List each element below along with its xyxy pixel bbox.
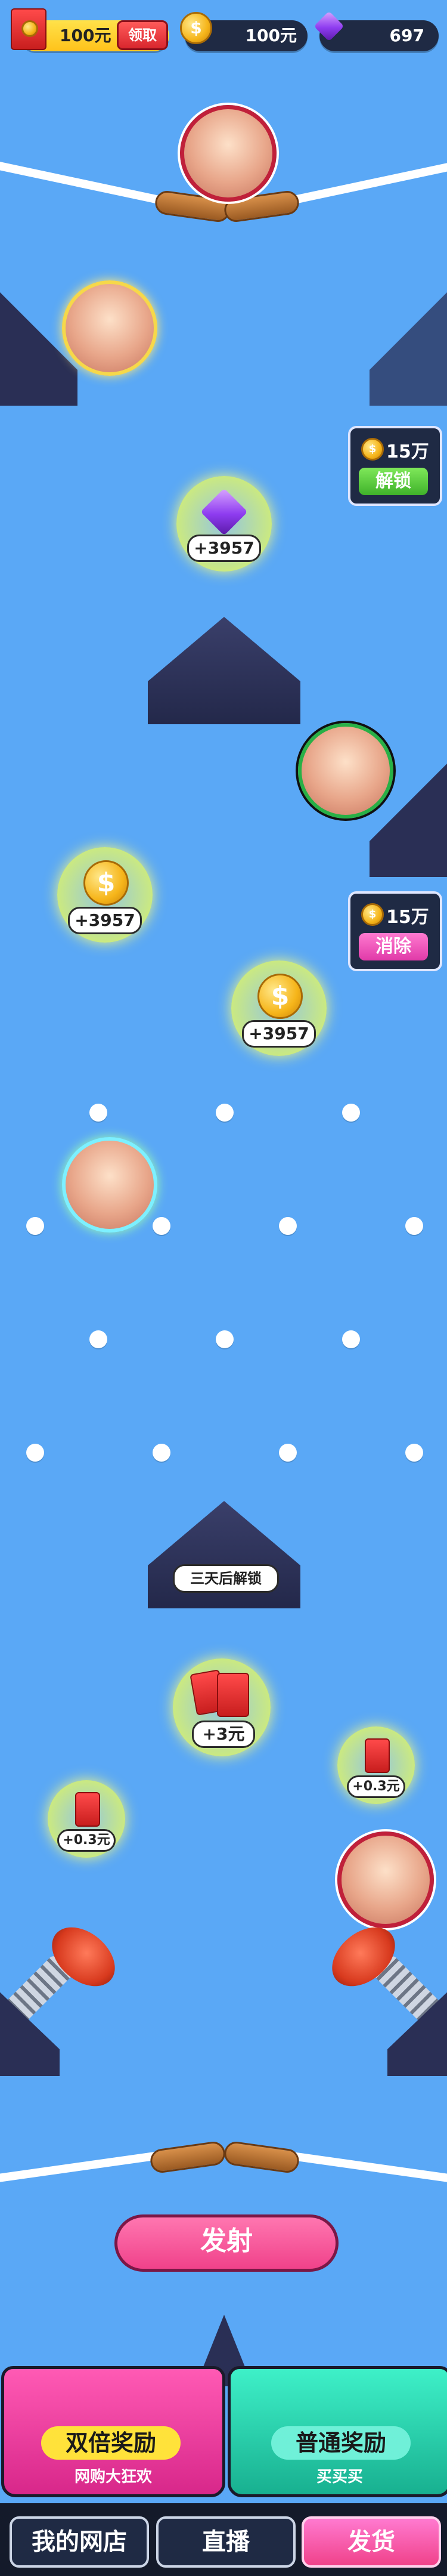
normal-reward-chest[interactable]: 普通奖励 买买买 [228,2366,447,2497]
lock-label: 三天后解锁 [173,1564,279,1593]
top-left-rail [0,159,172,207]
unlock-cost: 15万 [386,441,429,462]
peg [153,1217,170,1235]
unlock-panel: $ 15万 解锁 [348,426,442,506]
top-right-rail [281,159,447,207]
double-reward-subtitle: 网购大狂欢 [74,2468,152,2486]
clear-cost: 15万 [386,907,429,928]
envelope-reward-bubble: +3元 [173,1658,271,1756]
peg [405,1444,423,1462]
normal-reward-subtitle: 买买买 [316,2468,363,2486]
gem-icon [200,488,248,536]
peg [342,1330,360,1348]
nav-live[interactable]: 直播 [156,2516,296,2568]
envelope-reward-bubble-small-right: +0.3元 [337,1726,415,1804]
clear-panel: $ 15万 消除 [348,891,442,971]
bottom-right-rail [286,2151,447,2184]
bottom-left-flipper[interactable] [148,2140,227,2175]
coin-reward-bubble-2: $ +3957 [231,960,327,1056]
envelope-reward-value: +3元 [192,1721,255,1748]
claim-button[interactable]: 领取 [117,20,168,50]
peg [279,1217,297,1235]
bottom-right-flipper[interactable] [222,2140,301,2175]
cash-amount: 100元 [60,26,111,45]
unlock-button[interactable]: 解锁 [359,468,428,495]
nav-ship[interactable]: 发货 [302,2516,441,2568]
red-envelope-icon [217,1673,249,1717]
bottom-left-rail [0,2151,161,2184]
coin-icon: $ [361,438,384,461]
red-envelope-icon [11,8,46,50]
peg [89,1330,107,1348]
peg [216,1330,234,1348]
peg [405,1217,423,1235]
clear-button[interactable]: 消除 [359,933,428,960]
fire-button[interactable]: 发射 [114,2214,339,2272]
nav-my-shop[interactable]: 我的网店 [10,2516,149,2568]
double-reward-title: 双倍奖励 [41,2426,181,2460]
character-target-mid [62,1137,157,1233]
character-target-bottom [337,1831,434,1928]
peg [342,1104,360,1122]
envelope-reward-value-small-left: +0.3元 [57,1829,116,1852]
center-bumper-1 [148,617,300,724]
peg [216,1104,234,1122]
character-target-left [62,280,157,376]
coin-reward-value-1: +3957 [68,907,142,934]
dollar-coin-icon: $ [83,860,129,906]
coin-reward-bubble-1: $ +3957 [57,847,153,943]
top-bar: 100元 领取 100元 $ 697 [0,0,447,66]
red-envelope-icon [365,1738,390,1773]
coin-reward-value-2: +3957 [242,1020,316,1048]
peg [153,1444,170,1462]
envelope-reward-bubble-small-left: +0.3元 [48,1780,125,1858]
red-envelope-icon [75,1792,100,1827]
right-wedge-1 [370,286,447,406]
double-reward-chest[interactable]: 双倍奖励 网购大狂欢 [1,2366,225,2497]
peg [279,1444,297,1462]
gem-amount: 697 [389,26,424,45]
coin-icon: $ [180,12,212,44]
coin-icon: $ [361,903,384,926]
normal-reward-title: 普通奖励 [271,2426,411,2460]
character-target-right [298,723,393,818]
peg [89,1104,107,1122]
peg [26,1217,44,1235]
dollar-coin-icon: $ [257,974,303,1019]
envelope-reward-value-small-right: +0.3元 [347,1775,405,1798]
peg [26,1444,44,1462]
gem-reward-bubble: +3957 [176,476,272,572]
gem-reward-value: +3957 [187,535,261,562]
coin-amount: 100元 [245,26,297,45]
character-target-top [180,105,277,202]
